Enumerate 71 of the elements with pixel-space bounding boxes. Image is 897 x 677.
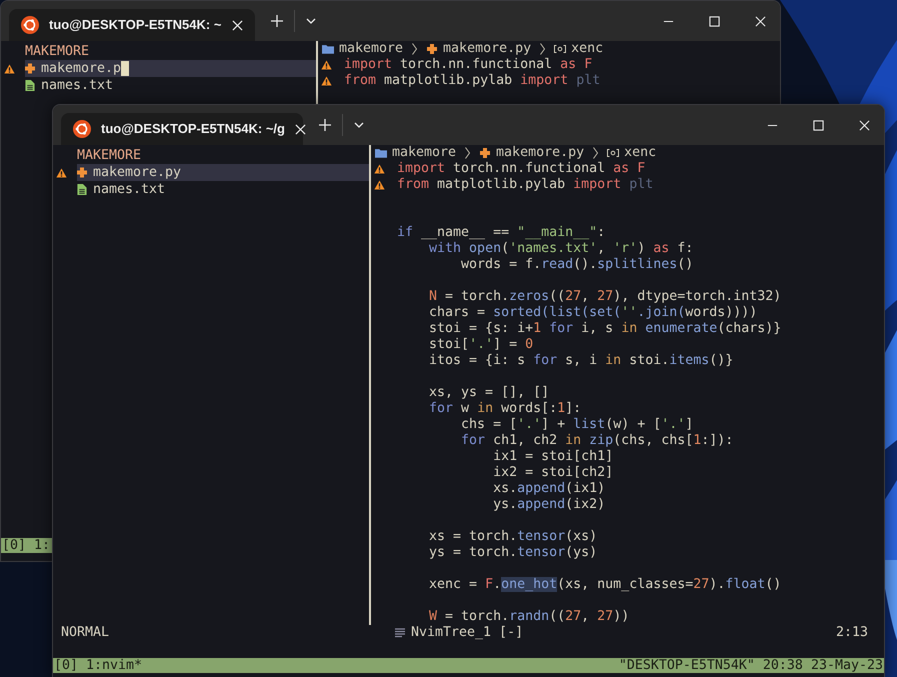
lines-icon bbox=[395, 628, 405, 638]
code-line: xs.append(ix1) bbox=[492, 481, 606, 497]
variable-icon bbox=[554, 44, 566, 54]
close-tab-icon[interactable] bbox=[295, 124, 306, 134]
tmux-window-list: [0] 1: bbox=[2, 538, 50, 554]
new-tab-icon[interactable] bbox=[319, 119, 331, 131]
code-line: ys = torch.tensor(ys) bbox=[428, 545, 598, 561]
file-tree-item[interactable]: names.txt bbox=[25, 77, 316, 94]
code-line: xenc = F.one_hot(xs, num_classes=27).float() bbox=[428, 577, 782, 593]
code-line: xs, ys = [], [] bbox=[428, 385, 550, 401]
code-line: for w in words[:1]: bbox=[428, 401, 582, 417]
code-line: from matplotlib.pylab import plt bbox=[344, 73, 600, 89]
document-icon bbox=[77, 184, 87, 195]
maximize-icon[interactable] bbox=[813, 120, 824, 130]
breadcrumb-item[interactable]: makemore bbox=[392, 145, 456, 161]
chevron-icon bbox=[540, 43, 546, 55]
close-tab-icon[interactable] bbox=[232, 20, 243, 30]
dropdown-icon[interactable] bbox=[354, 122, 364, 128]
file-tree-item[interactable]: makemore.py bbox=[77, 164, 369, 181]
code-line: xs = torch.tensor(xs) bbox=[428, 529, 598, 545]
code-line: if __name__ == "__main__": bbox=[397, 225, 606, 241]
code-line: ix1 = stoi[ch1] bbox=[492, 449, 614, 465]
file-type-icon bbox=[25, 63, 35, 74]
close-icon[interactable] bbox=[859, 120, 870, 130]
code-line: chs = ['.'] + list(w) + ['.'] bbox=[460, 417, 694, 433]
close-icon[interactable] bbox=[755, 16, 766, 26]
breadcrumb-item[interactable]: makemore bbox=[339, 41, 404, 57]
folder-icon bbox=[322, 44, 334, 54]
tmux-window-list: [0] 1:nvim* bbox=[54, 658, 142, 674]
terminal-tab[interactable]: tuo@DESKTOP-E5TN54K: ~ bbox=[9, 9, 255, 41]
code-line: ix2 = stoi[ch2] bbox=[492, 465, 614, 481]
tmux-host-time: "DESKTOP-E5TN54K" 20:38 23-May-23 bbox=[618, 658, 883, 674]
breadcrumb-item[interactable]: xenc bbox=[571, 41, 604, 57]
file-tree-item[interactable]: names.txt bbox=[77, 181, 369, 198]
tree-root-label: MAKEMORE bbox=[77, 148, 142, 164]
variable-icon bbox=[607, 148, 620, 158]
breadcrumb-item[interactable]: makemore.py bbox=[443, 41, 532, 57]
file-type-icon bbox=[426, 44, 438, 54]
logo-icon bbox=[73, 120, 91, 138]
code-line: words = f.read().splitlines() bbox=[460, 257, 694, 273]
terminal-tab[interactable]: tuo@DESKTOP-E5TN54K: ~/g bbox=[61, 113, 303, 145]
folder-icon bbox=[375, 148, 387, 158]
code-line: with open('names.txt', 'r') as f: bbox=[428, 241, 694, 257]
code-line: itos = {i: s for s, i in stoi.items()} bbox=[428, 353, 734, 369]
buffer-name: NvimTree_1 [-] bbox=[411, 625, 524, 641]
code-line: stoi = {s: i+1 for i, s in enumerate(chars)} bbox=[428, 321, 782, 337]
logo-icon bbox=[21, 16, 39, 34]
cursor-position: 2:13 bbox=[836, 625, 868, 641]
document-icon bbox=[25, 80, 35, 91]
code-line: W = torch.randn((27, 27)) bbox=[428, 609, 630, 625]
code-line: for ch1, ch2 in zip(chs, chs[1:]): bbox=[460, 433, 734, 449]
code-line: stoi['.'] = 0 bbox=[428, 337, 534, 353]
code-line: chars = sorted(list(set(''.join(words)))) bbox=[428, 305, 758, 321]
tree-root-label: MAKEMORE bbox=[25, 44, 90, 60]
dropdown-icon[interactable] bbox=[306, 18, 316, 24]
code-line: from matplotlib.pylab import plt bbox=[397, 177, 654, 193]
maximize-icon[interactable] bbox=[709, 16, 720, 26]
chevron-icon bbox=[593, 147, 598, 159]
mode-indicator: NORMAL bbox=[61, 625, 110, 641]
file-type-icon bbox=[77, 167, 87, 178]
code-line: import torch.nn.functional as F bbox=[344, 57, 592, 73]
code-line: N = torch.zeros((27, 27), dtype=torch.int32) bbox=[428, 289, 782, 305]
code-line: import torch.nn.functional as F bbox=[397, 161, 646, 177]
breadcrumb-item[interactable]: makemore.py bbox=[496, 145, 584, 161]
chevron-icon bbox=[412, 43, 418, 55]
breadcrumb-item[interactable]: xenc bbox=[624, 145, 656, 161]
file-type-icon bbox=[479, 148, 492, 158]
chevron-icon bbox=[465, 147, 470, 159]
file-tree-item[interactable]: makemore.p bbox=[25, 60, 316, 77]
new-tab-icon[interactable] bbox=[271, 15, 283, 27]
code-line: ys.append(ix2) bbox=[492, 497, 606, 513]
